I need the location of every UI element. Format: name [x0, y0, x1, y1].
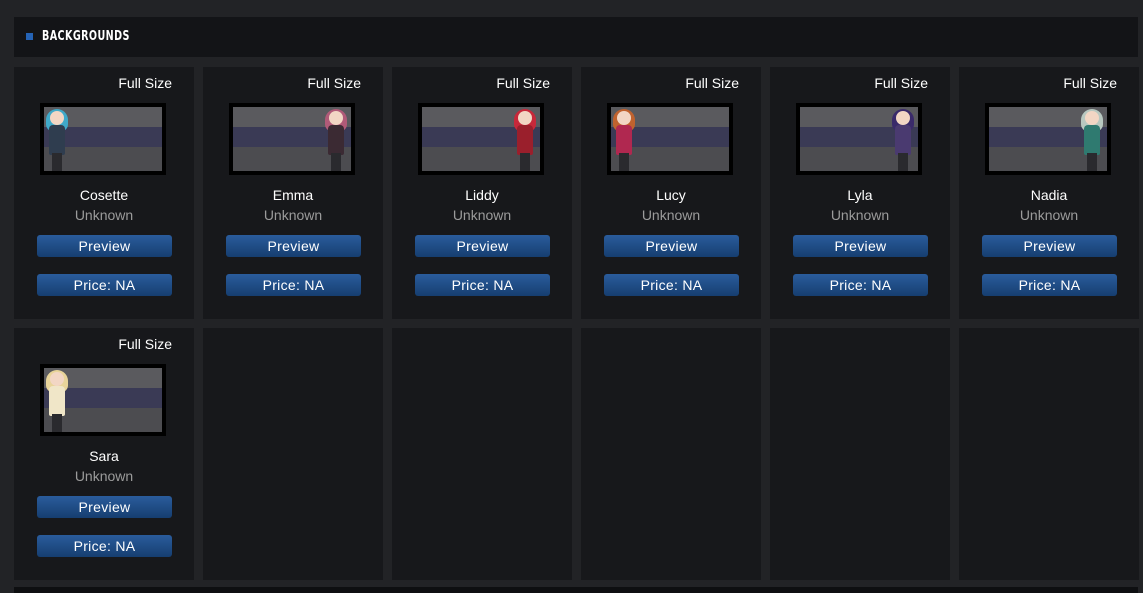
background-name: Emma: [272, 187, 314, 203]
character-image: [44, 368, 70, 432]
character-image: [512, 107, 538, 171]
preview-button[interactable]: Preview: [982, 235, 1117, 257]
background-thumbnail[interactable]: [796, 103, 922, 175]
price-button[interactable]: Price: NA: [793, 274, 928, 296]
background-thumbnail[interactable]: [40, 103, 166, 175]
background-name: Nadia: [1030, 187, 1068, 203]
full-size-link[interactable]: Full Size: [874, 75, 928, 91]
full-size-link[interactable]: Full Size: [496, 75, 550, 91]
character-image: [890, 107, 916, 171]
background-card-liddy: Full Size Liddy Unknown Preview Price: NA: [392, 67, 572, 319]
preview-button[interactable]: Preview: [37, 235, 172, 257]
background-card-lyla: Full Size Lyla Unknown Preview Price: NA: [770, 67, 950, 319]
background-thumbnail[interactable]: [985, 103, 1111, 175]
background-card-nadia: Full Size Nadia Unknown Preview Price: NA: [959, 67, 1139, 319]
background-thumbnail[interactable]: [40, 364, 166, 436]
price-button[interactable]: Price: NA: [415, 274, 550, 296]
background-name: Liddy: [465, 187, 499, 203]
background-card-cosette: Full Size Cosette Unknown Preview Price: NA: [14, 67, 194, 319]
background-name: Cosette: [79, 187, 129, 203]
preview-button[interactable]: Preview: [226, 235, 361, 257]
background-name: Lyla: [847, 187, 873, 203]
background-thumbnail[interactable]: [607, 103, 733, 175]
empty-card-slot: [581, 328, 761, 580]
full-size-link[interactable]: Full Size: [685, 75, 739, 91]
section-marker-icon: [26, 33, 33, 40]
background-status: Unknown: [641, 207, 701, 223]
price-button[interactable]: Price: NA: [37, 535, 172, 557]
background-status: Unknown: [74, 468, 134, 484]
price-button[interactable]: Price: NA: [604, 274, 739, 296]
background-thumbnail[interactable]: [418, 103, 544, 175]
character-image: [323, 107, 349, 171]
preview-button[interactable]: Preview: [604, 235, 739, 257]
character-image: [44, 107, 70, 171]
preview-button[interactable]: Preview: [37, 496, 172, 518]
background-status: Unknown: [830, 207, 890, 223]
price-button[interactable]: Price: NA: [37, 274, 172, 296]
background-thumbnail[interactable]: [229, 103, 355, 175]
price-button[interactable]: Price: NA: [226, 274, 361, 296]
background-status: Unknown: [452, 207, 512, 223]
background-name: Sara: [89, 448, 119, 464]
section-title: BACKGROUNDS: [42, 29, 130, 44]
background-card-emma: Full Size Emma Unknown Preview Price: NA: [203, 67, 383, 319]
full-size-link[interactable]: Full Size: [118, 75, 172, 91]
full-size-link[interactable]: Full Size: [307, 75, 361, 91]
preview-button[interactable]: Preview: [415, 235, 550, 257]
section-header: BACKGROUNDS: [14, 17, 1138, 57]
background-status: Unknown: [1019, 207, 1079, 223]
empty-card-slot: [959, 328, 1139, 580]
empty-card-slot: [392, 328, 572, 580]
price-button[interactable]: Price: NA: [982, 274, 1117, 296]
background-status: Unknown: [263, 207, 323, 223]
empty-card-slot: [770, 328, 950, 580]
full-size-link[interactable]: Full Size: [1063, 75, 1117, 91]
empty-card-slot: [203, 328, 383, 580]
character-image: [1079, 107, 1105, 171]
character-image: [611, 107, 637, 171]
background-name: Lucy: [656, 187, 686, 203]
background-card-sara: Full Size Sara Unknown Preview Price: NA: [14, 328, 194, 580]
background-status: Unknown: [74, 207, 134, 223]
preview-button[interactable]: Preview: [793, 235, 928, 257]
background-card-lucy: Full Size Lucy Unknown Preview Price: NA: [581, 67, 761, 319]
full-size-link[interactable]: Full Size: [118, 336, 172, 352]
footer-bar: [14, 587, 1138, 593]
